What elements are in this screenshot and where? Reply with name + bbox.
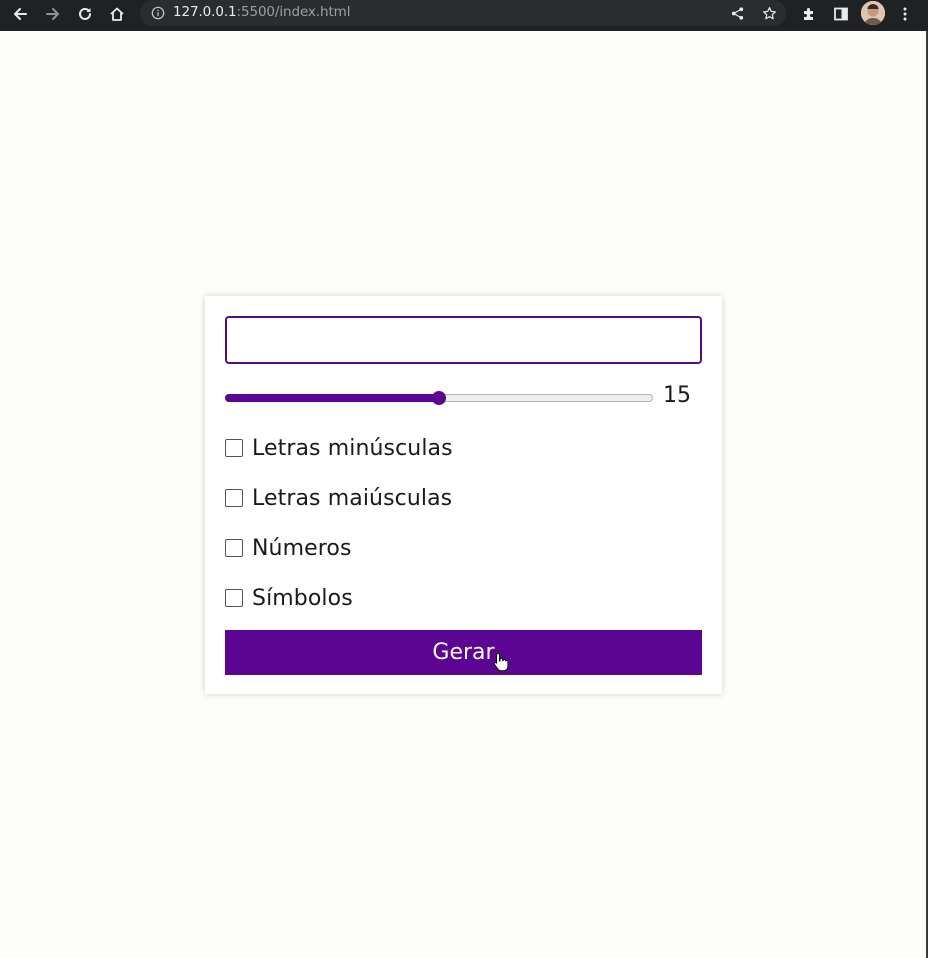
option-symbols[interactable]: Símbolos (225, 583, 353, 613)
uppercase-checkbox[interactable] (225, 489, 243, 507)
numbers-label: Números (252, 535, 352, 561)
star-icon[interactable] (760, 4, 778, 22)
back-icon[interactable] (8, 2, 32, 26)
avatar[interactable] (861, 1, 885, 25)
url-host: 127.0.0.1 (173, 4, 237, 20)
numbers-checkbox[interactable] (225, 539, 243, 557)
reload-icon[interactable] (73, 2, 97, 26)
password-generator-card: 15 Letras minúsculas Letras maiúsculas N… (205, 296, 722, 694)
slider-thumb[interactable] (432, 391, 446, 405)
length-slider[interactable] (225, 391, 653, 405)
share-icon[interactable] (728, 4, 746, 22)
side-panel-icon[interactable] (829, 2, 853, 26)
generate-button[interactable]: Gerar (225, 630, 702, 675)
symbols-checkbox[interactable] (225, 589, 243, 607)
symbols-label: Símbolos (252, 585, 353, 611)
forward-icon[interactable] (41, 2, 65, 26)
length-value: 15 (663, 383, 691, 408)
password-output-field[interactable] (225, 316, 702, 364)
address-bar[interactable]: 127.0.0.1:5500/index.html (140, 0, 786, 26)
more-icon[interactable] (893, 2, 917, 26)
hand-pointer-icon (493, 652, 509, 672)
option-numbers[interactable]: Números (225, 533, 352, 563)
uppercase-label: Letras maiúsculas (252, 485, 453, 511)
lowercase-label: Letras minúsculas (252, 435, 453, 461)
info-icon[interactable] (150, 5, 166, 21)
url-path: :5500/index.html (236, 4, 351, 20)
home-icon[interactable] (105, 2, 129, 26)
lowercase-checkbox[interactable] (225, 439, 243, 457)
browser-toolbar: 127.0.0.1:5500/index.html (0, 0, 928, 31)
option-uppercase[interactable]: Letras maiúsculas (225, 483, 452, 513)
extensions-icon[interactable] (797, 2, 821, 26)
slider-fill (225, 394, 439, 402)
url-text: 127.0.0.1:5500/index.html (173, 4, 350, 20)
option-lowercase[interactable]: Letras minúsculas (225, 433, 453, 463)
